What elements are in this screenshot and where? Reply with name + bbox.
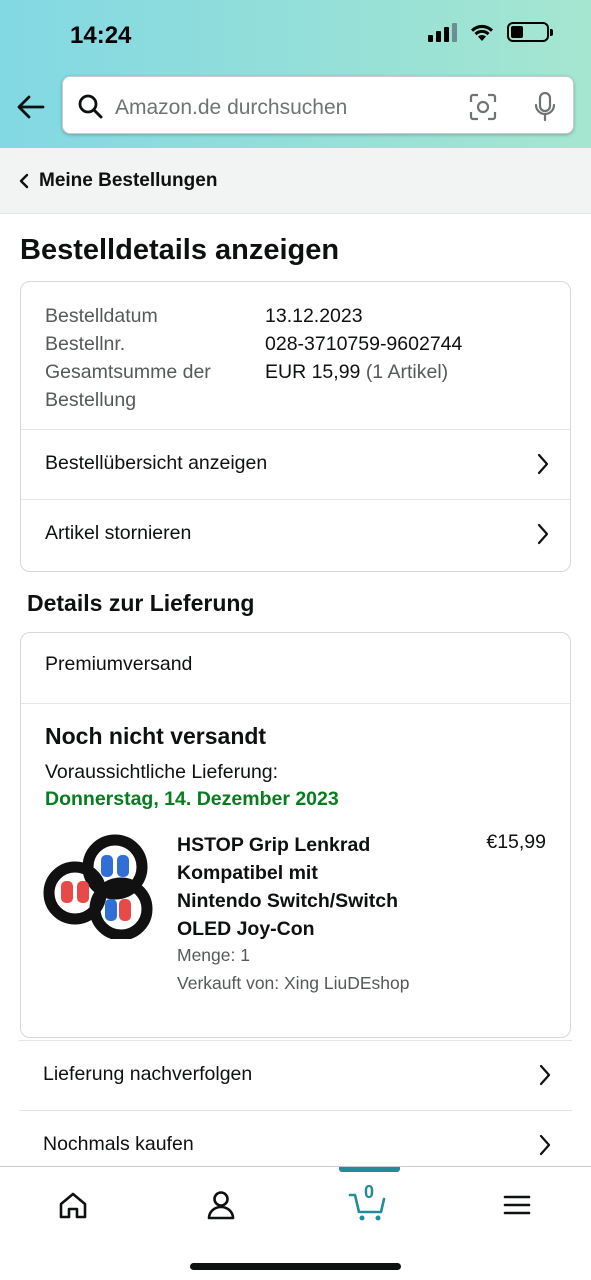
chevron-right-icon xyxy=(539,1134,551,1156)
order-number-value: 028-3710759-9602744 xyxy=(265,333,463,355)
order-info-grid: Bestelldatum 13.12.2023 Bestellnr. 028-3… xyxy=(45,302,462,414)
eta-label: Voraussichtliche Lieferung: xyxy=(45,761,279,783)
cellular-signal-icon xyxy=(428,22,457,42)
search-icon xyxy=(78,94,103,119)
product-image[interactable] xyxy=(43,831,155,939)
order-number-label: Bestellnr. xyxy=(45,333,126,355)
product-title-line: Nintendo Switch/Switch xyxy=(177,890,399,912)
cancel-items-label: Artikel stornieren xyxy=(45,522,192,544)
breadcrumb-label[interactable]: Meine Bestellungen xyxy=(39,170,217,192)
bottom-tab-bar: 0 xyxy=(0,1166,591,1280)
order-info-card: Bestelldatum 13.12.2023 Bestellnr. 028-3… xyxy=(20,281,571,572)
home-indicator xyxy=(190,1263,401,1270)
shipment-status: Noch nicht versandt xyxy=(45,723,267,749)
product-title[interactable]: HSTOP Grip Lenkrad Kompatibel mit Ninten… xyxy=(177,831,447,943)
eta-date: Donnerstag, 14. Dezember 2023 xyxy=(45,788,339,810)
chevron-right-icon xyxy=(537,453,549,475)
cancel-items-link[interactable]: Artikel stornieren xyxy=(21,499,570,569)
view-order-summary-link[interactable]: Bestellübersicht anzeigen xyxy=(21,429,570,499)
order-total-label: Gesamtsumme der Bestellung xyxy=(45,358,265,414)
home-icon[interactable] xyxy=(53,1185,93,1225)
order-total-items: (1 Artikel) xyxy=(365,361,449,383)
product-price: €15,99 xyxy=(486,831,546,853)
order-date-value: 13.12.2023 xyxy=(265,305,363,327)
page-title: Bestelldetails anzeigen xyxy=(20,234,340,266)
product-title-line: OLED Joy-Con xyxy=(177,918,315,940)
product-title-line: Kompatibel mit xyxy=(177,862,318,884)
search-input[interactable]: Amazon.de durchsuchen xyxy=(62,76,574,134)
status-time: 14:24 xyxy=(70,22,132,49)
chevron-right-icon xyxy=(537,523,549,545)
buy-again-label: Nochmals kaufen xyxy=(43,1133,194,1155)
track-package-link[interactable]: Lieferung nachverfolgen xyxy=(19,1040,572,1110)
track-package-label: Lieferung nachverfolgen xyxy=(43,1063,253,1085)
order-total-label-line1: Gesamtsumme der xyxy=(45,361,211,383)
account-icon[interactable] xyxy=(201,1185,241,1225)
wifi-icon xyxy=(471,24,493,41)
battery-icon xyxy=(507,22,553,42)
active-tab-indicator xyxy=(339,1167,400,1172)
app-header: 14:24 Amazon.de durchsuchen xyxy=(0,0,591,148)
chevron-left-icon xyxy=(19,173,29,189)
product-seller: Verkauft von: Xing LiuDEshop xyxy=(177,973,410,993)
back-arrow-icon[interactable] xyxy=(16,92,46,122)
search-placeholder: Amazon.de durchsuchen xyxy=(115,96,348,119)
order-total-label-line2: Bestellung xyxy=(45,389,137,411)
microphone-icon[interactable] xyxy=(533,91,557,123)
cart-count-badge: 0 xyxy=(364,1182,375,1202)
view-order-summary-label: Bestellübersicht anzeigen xyxy=(45,452,268,474)
breadcrumb[interactable]: Meine Bestellungen xyxy=(0,148,591,214)
divider xyxy=(21,703,570,704)
delivery-section-title: Details zur Lieferung xyxy=(27,590,255,616)
product-quantity: Menge: 1 xyxy=(177,945,250,965)
chevron-right-icon xyxy=(539,1064,551,1086)
order-total-amount: EUR 15,99 xyxy=(265,361,361,383)
order-date-label: Bestelldatum xyxy=(45,305,158,327)
shipping-method: Premiumversand xyxy=(45,653,193,675)
delivery-card: Premiumversand Noch nicht versandt Vorau… xyxy=(20,632,571,1038)
menu-icon[interactable] xyxy=(497,1185,537,1225)
order-total-value: EUR 15,99 (1 Artikel) xyxy=(265,358,448,414)
product-title-line: HSTOP Grip Lenkrad xyxy=(177,834,371,856)
status-icons xyxy=(428,22,553,42)
camera-scan-icon[interactable] xyxy=(469,93,497,121)
